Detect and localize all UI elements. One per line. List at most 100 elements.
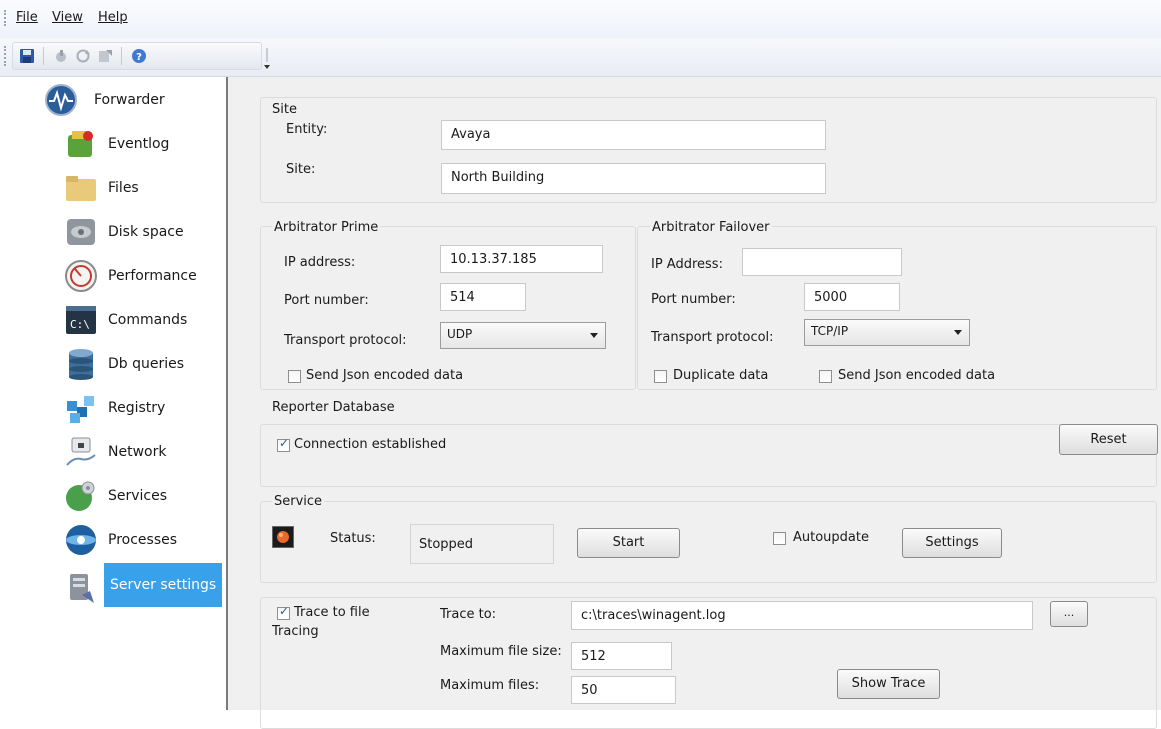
service-group-title: Service [272, 494, 325, 509]
site-group-title: Site [272, 102, 297, 117]
server-settings-icon [64, 571, 98, 605]
failover-json-checkbox[interactable] [819, 370, 832, 383]
sidebar-item-eventlog[interactable]: Eventlog [0, 123, 226, 167]
svg-text:C:\: C:\ [70, 318, 90, 331]
processes-icon [64, 523, 98, 557]
sidebar-item-forwarder[interactable]: Forwarder [0, 79, 226, 123]
save-icon[interactable] [17, 46, 37, 66]
failover-port-input[interactable]: 5000 [804, 283, 900, 311]
failover-port-label: Port number: [651, 292, 736, 307]
entity-label: Entity: [286, 122, 328, 137]
registry-icon [64, 391, 98, 425]
autoupdate-label: Autoupdate [793, 530, 869, 545]
prime-port-input[interactable]: 514 [440, 283, 526, 311]
trace-to-file-checkbox[interactable] [277, 604, 290, 620]
reporter-database-group [260, 424, 1157, 487]
reset-button[interactable]: Reset [1059, 424, 1158, 455]
sidebar-item-label: Processes [108, 532, 178, 548]
start-button[interactable]: Start [577, 528, 680, 558]
settings-panel: Site Entity: Avaya Site: North Building … [228, 77, 1161, 729]
service-group [260, 501, 1157, 583]
toolbar: ? [0, 38, 1161, 77]
sidebar: Forwarder Eventlog Files Disk space Perf… [0, 77, 228, 710]
service-status-value: Stopped [410, 524, 554, 564]
sidebar-item-label: Registry [108, 400, 166, 416]
export-icon[interactable] [95, 46, 115, 66]
max-files-label: Maximum files: [440, 678, 540, 693]
show-trace-button[interactable]: Show Trace [837, 669, 940, 699]
trace-path-input[interactable]: c:\traces\winagent.log [571, 601, 1033, 630]
browse-button[interactable]: ... [1050, 601, 1088, 627]
help-icon[interactable]: ? [129, 46, 149, 66]
reporter-database-title: Reporter Database [272, 400, 395, 415]
sidebar-item-network[interactable]: Network [0, 431, 226, 475]
toolbar-overflow-icon[interactable] [264, 46, 270, 70]
sidebar-item-commands[interactable]: C:\ Commands [0, 299, 226, 343]
prime-json-checkbox[interactable] [288, 370, 301, 383]
chevron-down-icon [954, 330, 962, 335]
prime-port-label: Port number: [284, 293, 369, 308]
toolbar-separator [121, 47, 122, 65]
sidebar-item-registry[interactable]: Registry [0, 387, 226, 431]
toolbar-grip [4, 46, 9, 66]
waveform-globe-icon [44, 83, 78, 117]
chevron-down-icon [590, 333, 598, 338]
eventlog-icon [64, 127, 98, 161]
sidebar-item-files[interactable]: Files [0, 167, 226, 211]
menu-file[interactable]: File [16, 10, 38, 25]
failover-transport-value: TCP/IP [811, 324, 849, 338]
refresh-icon[interactable] [73, 46, 93, 66]
trace-to-file-label: Trace to file [294, 605, 370, 620]
prime-ip-label: IP address: [284, 255, 356, 270]
duplicate-data-label: Duplicate data [673, 368, 769, 383]
settings-button[interactable]: Settings [902, 528, 1002, 558]
sidebar-item-label: Server settings [104, 563, 222, 607]
max-file-size-label: Maximum file size: [440, 644, 562, 659]
prime-ip-input[interactable]: 10.13.37.185 [440, 245, 603, 273]
max-files-input[interactable]: 50 [571, 676, 676, 704]
autoupdate-checkbox[interactable] [773, 532, 786, 545]
toolbar-strip: ? [12, 42, 262, 70]
network-icon [64, 435, 98, 469]
menu-bar: File View Help [0, 0, 1161, 38]
arbitrator-failover-title: Arbitrator Failover [650, 220, 772, 235]
prime-json-label: Send Json encoded data [306, 368, 464, 383]
sidebar-item-processes[interactable]: Processes [0, 519, 226, 563]
menu-view[interactable]: View [52, 10, 83, 25]
entity-input[interactable]: Avaya [441, 120, 826, 150]
connection-established-checkbox[interactable] [277, 436, 290, 452]
failover-transport-select[interactable]: TCP/IP [804, 319, 970, 346]
sidebar-item-performance[interactable]: Performance [0, 255, 226, 299]
sidebar-item-label: Disk space [108, 224, 184, 240]
tracing-group-title: Tracing [272, 624, 319, 639]
disk-icon [64, 215, 98, 249]
svg-text:?: ? [136, 52, 142, 63]
prime-transport-select[interactable]: UDP [440, 322, 606, 349]
sidebar-item-db-queries[interactable]: Db queries [0, 343, 226, 387]
max-file-size-input[interactable]: 512 [571, 642, 672, 670]
console-icon: C:\ [64, 303, 98, 337]
failover-transport-label: Transport protocol: [651, 330, 774, 345]
gauge-icon [64, 259, 98, 293]
services-icon [64, 479, 98, 513]
sidebar-item-server-settings[interactable]: Server settings [0, 563, 226, 607]
toolbar-separator [43, 47, 44, 65]
folder-icon [64, 171, 98, 205]
sidebar-item-label: Files [108, 180, 139, 196]
sidebar-item-label: Db queries [108, 356, 185, 372]
sidebar-item-services[interactable]: Services [0, 475, 226, 519]
sidebar-item-label: Performance [108, 268, 197, 284]
failover-json-label: Send Json encoded data [838, 368, 996, 383]
service-status-label: Status: [330, 531, 376, 546]
site-label: Site: [286, 162, 316, 177]
import-icon[interactable] [51, 46, 71, 66]
sidebar-item-label: Services [108, 488, 168, 504]
menu-help[interactable]: Help [98, 10, 128, 25]
sidebar-item-label: Commands [108, 312, 188, 328]
site-input[interactable]: North Building [441, 163, 826, 194]
failover-ip-input[interactable] [742, 248, 902, 276]
sidebar-item-label: Eventlog [108, 136, 170, 152]
sidebar-item-disk-space[interactable]: Disk space [0, 211, 226, 255]
duplicate-data-checkbox[interactable] [654, 370, 667, 383]
connection-established-label: Connection established [294, 437, 447, 452]
